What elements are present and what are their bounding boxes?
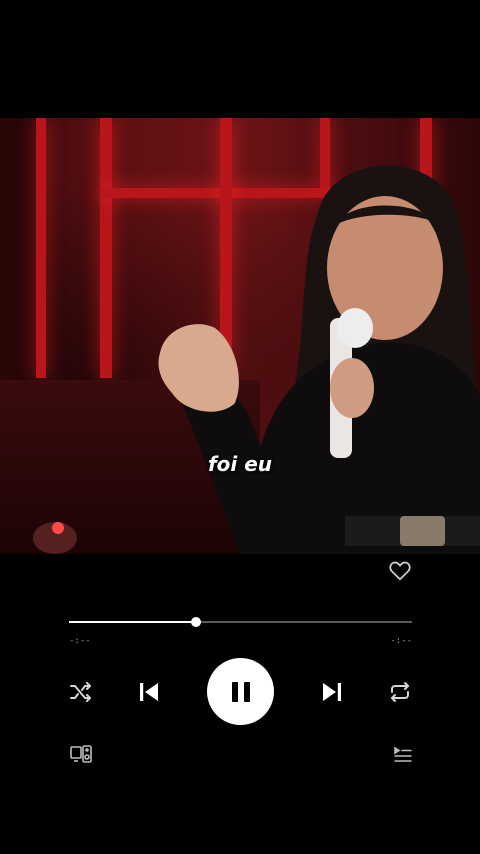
queue-icon[interactable] — [392, 745, 414, 765]
singer-figure — [33, 165, 480, 554]
progress-fill — [69, 621, 196, 623]
remaining-time: -:-- — [390, 636, 412, 646]
pause-button[interactable] — [207, 658, 274, 725]
lyrics-caption: foi eu — [207, 452, 273, 476]
shuffle-icon[interactable] — [68, 680, 94, 704]
connect-devices-icon[interactable] — [69, 744, 93, 764]
elapsed-time: -:-- — [69, 636, 91, 646]
pause-icon — [231, 681, 250, 702]
progress-bar[interactable] — [69, 617, 412, 627]
skip-previous-icon[interactable] — [136, 679, 162, 705]
progress-knob[interactable] — [190, 617, 201, 627]
like-heart-icon[interactable] — [387, 557, 413, 583]
skip-next-icon[interactable] — [319, 679, 345, 705]
repeat-icon[interactable] — [387, 680, 413, 704]
video-frame[interactable] — [0, 118, 480, 554]
